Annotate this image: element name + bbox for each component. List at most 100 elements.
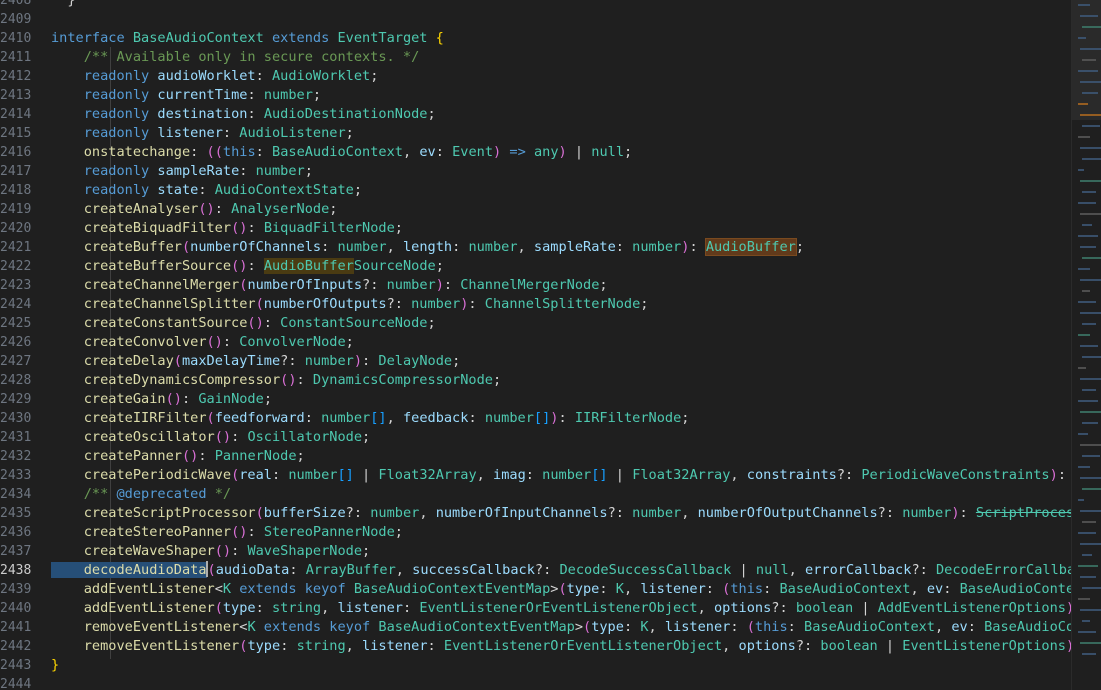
code-line[interactable]: readonly sampleRate: number; bbox=[51, 162, 313, 181]
minimap-line bbox=[1078, 334, 1090, 336]
code-token: : bbox=[222, 125, 240, 141]
code-line[interactable]: createPanner(): PannerNode; bbox=[51, 447, 305, 466]
code-line[interactable]: createBufferSource(): AudioBufferSourceN… bbox=[51, 257, 444, 276]
code-line[interactable]: readonly audioWorklet: AudioWorklet; bbox=[51, 67, 379, 86]
code-token: ArrayBuffer bbox=[305, 562, 396, 578]
code-token: | bbox=[607, 467, 633, 483]
code-token: , bbox=[517, 239, 534, 255]
code-line[interactable]: createConstantSource(): ConstantSourceNo… bbox=[51, 314, 436, 333]
code-line[interactable]: readonly currentTime: number; bbox=[51, 86, 321, 105]
code-token: () bbox=[181, 448, 199, 464]
code-token: | bbox=[731, 562, 756, 578]
code-line[interactable]: } bbox=[51, 656, 59, 675]
line-number: 2436 bbox=[0, 525, 32, 540]
code-token: ; bbox=[394, 220, 403, 236]
line-number: 2411 bbox=[0, 50, 32, 65]
code-line[interactable]: createConvolver(): ConvolverNode; bbox=[51, 333, 354, 352]
code-token: ; bbox=[599, 277, 608, 293]
code-line[interactable]: readonly listener: AudioListener; bbox=[51, 124, 354, 143]
code-line[interactable]: removeEventListener<K extends keyof Base… bbox=[51, 618, 1071, 637]
code-token: ; bbox=[435, 258, 444, 274]
code-line[interactable]: createStereoPanner(): StereoPannerNode; bbox=[51, 523, 403, 542]
code-token: SourceNode bbox=[353, 258, 436, 274]
code-token: () bbox=[165, 391, 182, 407]
code-token: , bbox=[722, 638, 739, 654]
code-line[interactable]: createChannelSplitter(numberOfOutputs?: … bbox=[51, 295, 649, 314]
code-line[interactable]: decodeAudioData(audioData: ArrayBuffer, … bbox=[51, 561, 1071, 580]
code-line[interactable]: createBiquadFilter(): BiquadFilterNode; bbox=[51, 219, 403, 238]
line-number: 2428 bbox=[0, 373, 32, 388]
code-token: () bbox=[214, 543, 232, 559]
code-token: } bbox=[51, 657, 60, 673]
code-token: /** Available only in secure contexts. *… bbox=[51, 49, 420, 65]
code-line[interactable]: createDynamicsCompressor(): DynamicsComp… bbox=[51, 371, 501, 390]
code-token: string bbox=[296, 638, 346, 654]
code-line[interactable]: createAnalyser(): AnalyserNode; bbox=[51, 200, 338, 219]
code-token: ; bbox=[492, 372, 502, 388]
code-line[interactable]: createDelay(maxDelayTime?: number): Dela… bbox=[51, 352, 461, 371]
code-token: DecodeSuccessCallback bbox=[559, 562, 732, 578]
code-token: ; bbox=[353, 182, 363, 198]
code-line[interactable]: createIIRFilter(feedforward: number[], f… bbox=[51, 409, 690, 428]
minimap-line bbox=[1078, 103, 1088, 105]
code-line[interactable]: createPeriodicWave(real: number[] | Floa… bbox=[51, 466, 1071, 485]
code-line[interactable]: } bbox=[51, 0, 75, 10]
code-token: : bbox=[787, 619, 805, 635]
code-line[interactable]: createWaveShaper(): WaveShaperNode; bbox=[51, 542, 370, 561]
code-token: : bbox=[1057, 467, 1066, 483]
code-token: () bbox=[231, 258, 248, 274]
code-token: type bbox=[566, 581, 600, 597]
line-number: 2426 bbox=[0, 335, 32, 350]
code-token: createChannelSplitter bbox=[51, 296, 256, 312]
code-token: createWaveShaper bbox=[51, 543, 215, 559]
code-token: audioWorklet bbox=[157, 68, 256, 84]
minimap-line bbox=[1082, 290, 1090, 292]
line-number: 2429 bbox=[0, 392, 32, 407]
code-line[interactable]: readonly state: AudioContextState; bbox=[51, 181, 362, 200]
code-line[interactable]: /** Available only in secure contexts. *… bbox=[51, 48, 420, 67]
code-line[interactable]: createOscillator(): OscillatorNode; bbox=[51, 428, 370, 447]
code-token: ) bbox=[435, 277, 444, 293]
code-token: ( bbox=[181, 239, 191, 255]
code-token: /** bbox=[51, 486, 117, 502]
code-line[interactable]: readonly destination: AudioDestinationNo… bbox=[51, 105, 436, 124]
code-token: number bbox=[632, 239, 682, 255]
code-token: AudioWorklet bbox=[272, 68, 371, 84]
minimap[interactable] bbox=[1071, 0, 1101, 690]
code-token: BaseAudioContext bbox=[779, 581, 911, 597]
code-line[interactable]: createGain(): GainNode; bbox=[51, 390, 272, 409]
code-line[interactable]: interface BaseAudioContext extends Event… bbox=[51, 29, 444, 48]
line-number: 2430 bbox=[0, 411, 32, 426]
code-token: number bbox=[468, 239, 518, 255]
code-line[interactable]: addEventListener<K extends keyof BaseAud… bbox=[51, 580, 1071, 599]
code-line[interactable]: onstatechange: ((this: BaseAudioContext,… bbox=[51, 143, 632, 162]
minimap-line bbox=[1080, 378, 1101, 380]
code-token: : bbox=[181, 391, 199, 407]
line-number-gutter: 2408 2409 2410 2411 2412 2413 2414 2415 2416 2417… bbox=[0, 0, 40, 690]
line-number: 2432 bbox=[0, 449, 32, 464]
code-token: createAnalyser bbox=[51, 201, 199, 217]
code-token: ?: bbox=[534, 562, 560, 578]
code-token: { bbox=[427, 30, 444, 46]
code-area[interactable]: } interface BaseAudioContext extends Even… bbox=[51, 0, 1071, 690]
code-line[interactable]: createBuffer(numberOfChannels: number, l… bbox=[51, 238, 804, 257]
code-token: : bbox=[198, 182, 215, 198]
line-number: 2444 bbox=[0, 677, 32, 690]
code-token: | bbox=[853, 600, 878, 616]
line-number: 2420 bbox=[0, 221, 32, 236]
code-line[interactable]: removeEventListener(type: string, listen… bbox=[51, 637, 1071, 656]
code-token: : bbox=[427, 638, 444, 654]
code-token: ConvolverNode bbox=[239, 334, 346, 350]
code-line[interactable]: addEventListener(type: string, listener:… bbox=[51, 599, 1071, 618]
code-token: : bbox=[239, 163, 256, 179]
code-token: maxDelayTime bbox=[181, 353, 281, 369]
code-editor[interactable]: 2408 2409 2410 2411 2412 2413 2414 2415 2416 2417… bbox=[0, 0, 1101, 690]
code-token: feedback bbox=[402, 410, 469, 426]
code-token: extends bbox=[263, 30, 338, 46]
code-token: readonly bbox=[51, 87, 158, 103]
code-token: string bbox=[272, 600, 322, 616]
code-line[interactable]: createScriptProcessor(bufferSize?: numbe… bbox=[51, 504, 1071, 523]
code-line[interactable]: createChannelMerger(numberOfInputs?: num… bbox=[51, 276, 608, 295]
code-line[interactable]: /** @deprecated */ bbox=[51, 485, 231, 504]
code-token: : bbox=[231, 429, 248, 445]
